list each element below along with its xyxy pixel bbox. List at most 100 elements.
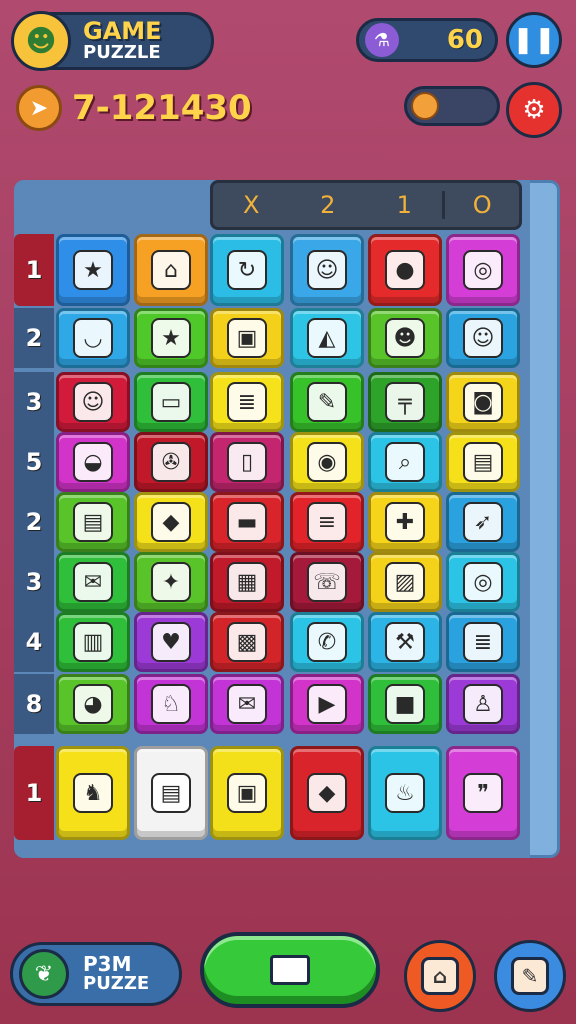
puzzle-tile[interactable]: ▣ bbox=[210, 746, 284, 840]
puzzle-tile[interactable]: ▥ bbox=[56, 612, 130, 672]
settings-button[interactable]: ⚙ bbox=[506, 82, 562, 138]
puzzle-tile[interactable]: ☏ bbox=[290, 552, 364, 612]
puzzle-tile[interactable]: ☺ bbox=[56, 372, 130, 432]
puzzle-tile[interactable]: ➶ bbox=[446, 492, 520, 552]
puzzle-tile[interactable]: ▦ bbox=[210, 552, 284, 612]
player-card[interactable]: ❦ P3M PUZZE bbox=[10, 942, 182, 1006]
column-header-1: 1 bbox=[396, 191, 412, 219]
puzzle-tile[interactable]: ★ bbox=[56, 234, 130, 306]
puzzle-tile[interactable]: ▤ bbox=[134, 746, 208, 840]
puzzle-tile[interactable]: ◎ bbox=[446, 552, 520, 612]
puzzle-tile[interactable]: ◆ bbox=[290, 746, 364, 840]
puzzle-tile[interactable]: ✇ bbox=[134, 432, 208, 492]
speech-bubble-icon bbox=[270, 955, 310, 985]
puzzle-tile[interactable]: ● bbox=[368, 234, 442, 306]
gear-icon: ⚙ bbox=[522, 95, 546, 125]
puzzle-tile[interactable]: ◙ bbox=[446, 372, 520, 432]
puzzle-tile[interactable]: ▤ bbox=[56, 492, 130, 552]
puzzle-tile[interactable]: ▨ bbox=[368, 552, 442, 612]
puzzle-tile[interactable]: ✉ bbox=[210, 674, 284, 734]
table-icon: ╤ bbox=[385, 382, 425, 422]
robot-face-icon: ▣ bbox=[227, 318, 267, 358]
puzzle-tile[interactable]: ▬ bbox=[210, 492, 284, 552]
puzzle-tile[interactable]: ◭ bbox=[290, 308, 364, 368]
dog-face-icon: ☺ bbox=[463, 318, 503, 358]
puzzle-tile[interactable]: ▯ bbox=[210, 432, 284, 492]
mask-icon: ◒ bbox=[73, 442, 113, 482]
bear-face-icon: ☻ bbox=[385, 318, 425, 358]
puzzle-tile[interactable]: ◡ bbox=[56, 308, 130, 368]
bread-icon: ⌂ bbox=[421, 957, 459, 995]
column-header-o: O bbox=[442, 191, 519, 219]
score-display: ➤ 7-121430 bbox=[16, 84, 252, 132]
puzzle-tile[interactable]: ▩ bbox=[210, 612, 284, 672]
puzzle-tile[interactable]: ✚ bbox=[368, 492, 442, 552]
row-label: 3 bbox=[14, 372, 54, 432]
row-label: 2 bbox=[14, 308, 54, 368]
robot-icon: ♙ bbox=[463, 684, 503, 724]
puzzle-tile[interactable]: ♘ bbox=[134, 674, 208, 734]
puzzle-tile[interactable]: ✉ bbox=[56, 552, 130, 612]
puzzle-tile[interactable]: ▤ bbox=[446, 432, 520, 492]
hammer-icon: ⚒ bbox=[385, 622, 425, 662]
puzzle-tile[interactable]: ↻ bbox=[210, 234, 284, 306]
puzzle-tile[interactable]: ☺ bbox=[446, 308, 520, 368]
puzzle-tile[interactable]: ❞ bbox=[446, 746, 520, 840]
speech-bubble-icon: ❞ bbox=[463, 773, 503, 813]
row-label: 5 bbox=[14, 432, 54, 492]
puzzle-tile[interactable]: ⚒ bbox=[368, 612, 442, 672]
envelope-icon: ✉ bbox=[227, 684, 267, 724]
row-label: 4 bbox=[14, 612, 54, 672]
shop-button[interactable]: ⌂ bbox=[404, 940, 476, 1012]
energy-meter: ⚗ 60 bbox=[356, 18, 498, 62]
dog-face-icon: ☺ bbox=[307, 250, 347, 290]
box-icon: ■ bbox=[385, 684, 425, 724]
puzzle-tile[interactable]: ■ bbox=[368, 674, 442, 734]
tool-button[interactable]: ✎ bbox=[494, 940, 566, 1012]
puzzle-tile[interactable]: ♥ bbox=[134, 612, 208, 672]
puzzle-tile[interactable]: ⌕ bbox=[368, 432, 442, 492]
coin-meter bbox=[404, 86, 500, 126]
puzzle-tile[interactable]: ♨ bbox=[368, 746, 442, 840]
puzzle-tile[interactable]: ◎ bbox=[446, 234, 520, 306]
puzzle-tile[interactable]: ◕ bbox=[56, 674, 130, 734]
puzzle-tile[interactable]: ♙ bbox=[446, 674, 520, 734]
puzzle-tile[interactable]: ◒ bbox=[56, 432, 130, 492]
flag-icon: ▭ bbox=[151, 382, 191, 422]
hint-button[interactable] bbox=[200, 932, 380, 1008]
briefcase-icon: ▩ bbox=[227, 622, 267, 662]
wand-icon: ✦ bbox=[151, 562, 191, 602]
cassette-icon: ▬ bbox=[227, 502, 267, 542]
whatsapp-icon: ✆ bbox=[307, 622, 347, 662]
radio-icon: ▦ bbox=[227, 562, 267, 602]
puzzle-tile[interactable]: ╤ bbox=[368, 372, 442, 432]
score-value: 7-121430 bbox=[72, 88, 252, 128]
row-label: 1 bbox=[14, 234, 54, 306]
puzzle-tile[interactable]: ◉ bbox=[290, 432, 364, 492]
row-label: 2 bbox=[14, 492, 54, 552]
eye-icon: ◉ bbox=[307, 442, 347, 482]
energy-value: 60 bbox=[446, 25, 483, 55]
puzzle-tile[interactable]: ≣ bbox=[446, 612, 520, 672]
puzzle-tile[interactable]: ☺ bbox=[290, 234, 364, 306]
puzzle-tile[interactable]: ✆ bbox=[290, 612, 364, 672]
puzzle-tile[interactable]: ✦ bbox=[134, 552, 208, 612]
puzzle-tile[interactable]: ▭ bbox=[134, 372, 208, 432]
puzzle-tile[interactable]: ≡ bbox=[290, 492, 364, 552]
column-header-2: 2 bbox=[320, 191, 336, 219]
puzzle-tile[interactable]: ▶ bbox=[290, 674, 364, 734]
puzzle-tile[interactable]: ♞ bbox=[56, 746, 130, 840]
row-label: 8 bbox=[14, 674, 54, 734]
puzzle-tile[interactable]: ★ bbox=[134, 308, 208, 368]
pause-button[interactable]: ❚❚ bbox=[506, 12, 562, 68]
puzzle-tile[interactable]: ◆ bbox=[134, 492, 208, 552]
spoon-icon: ♨ bbox=[385, 773, 425, 813]
rabbit-icon: ♘ bbox=[151, 684, 191, 724]
puzzle-tile[interactable]: ⌂ bbox=[134, 234, 208, 306]
phone-icon: ☏ bbox=[307, 562, 347, 602]
puzzle-tile[interactable]: ▣ bbox=[210, 308, 284, 368]
puzzle-tile[interactable]: ≣ bbox=[210, 372, 284, 432]
puzzle-tile[interactable]: ✎ bbox=[290, 372, 364, 432]
cat-face-icon: ☺ bbox=[73, 382, 113, 422]
puzzle-tile[interactable]: ☻ bbox=[368, 308, 442, 368]
